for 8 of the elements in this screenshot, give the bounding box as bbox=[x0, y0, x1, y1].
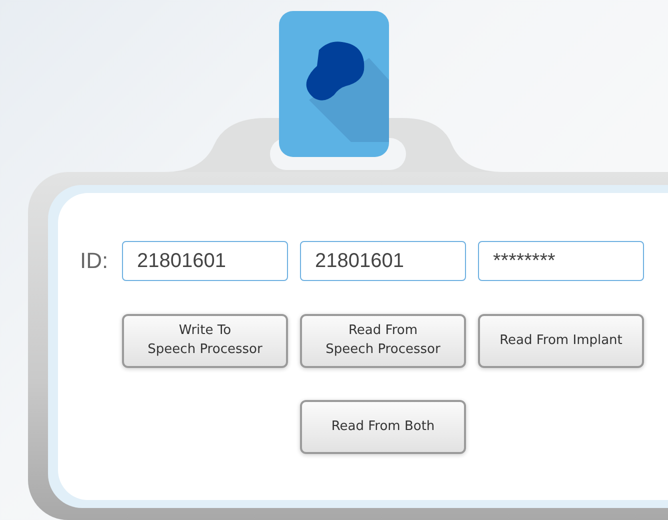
id-field[interactable]: 21801601 bbox=[122, 241, 288, 281]
id-field[interactable]: ******** bbox=[478, 241, 644, 281]
id-field[interactable]: 21801601 bbox=[300, 241, 466, 281]
action-button[interactable]: Read From Implant bbox=[478, 314, 644, 368]
action-button[interactable]: Read From Both bbox=[300, 400, 466, 454]
action-button[interactable]: Read From Speech Processor bbox=[300, 314, 466, 368]
id-label: ID: bbox=[80, 248, 110, 274]
action-button[interactable]: Write To Speech Processor bbox=[122, 314, 288, 368]
